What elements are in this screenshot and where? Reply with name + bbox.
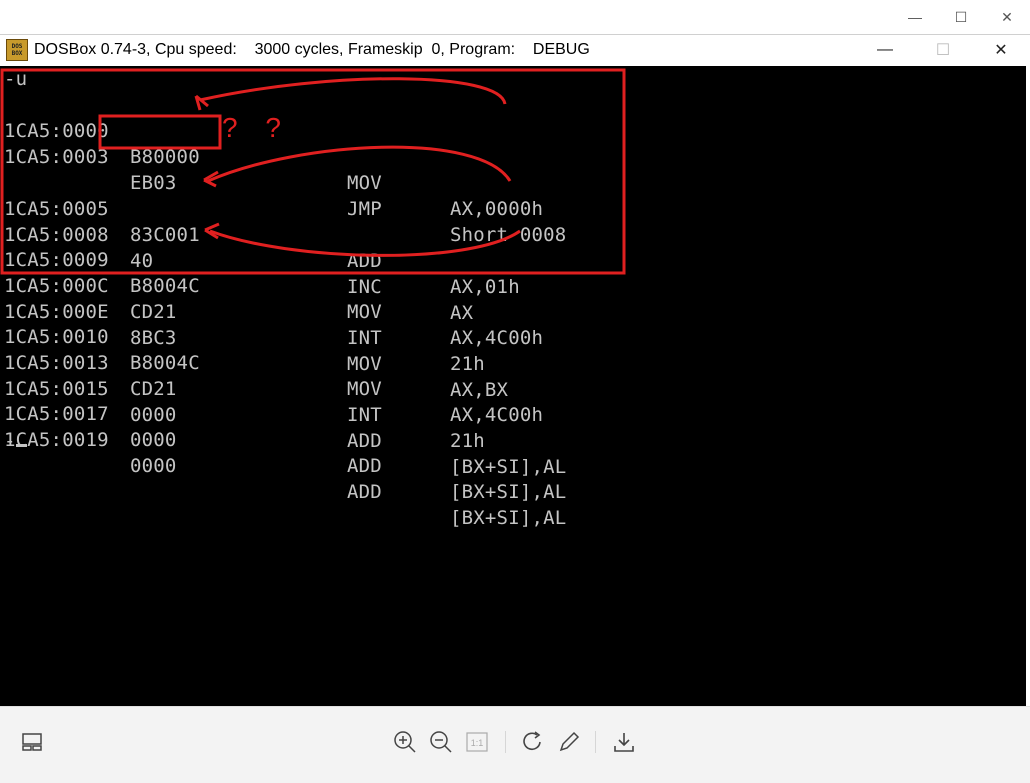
viewer-toolbar: 1:1 xyxy=(0,706,1030,783)
dosbox-window: DOS BOX DOSBox 0.74-3, Cpu speed: 3000 c… xyxy=(0,34,1030,707)
actual-size-label: 1:1 xyxy=(471,738,484,748)
zoom-in-icon[interactable] xyxy=(390,727,420,757)
viewer-maximize-button[interactable]: ☐ xyxy=(938,0,984,34)
edit-icon[interactable] xyxy=(554,727,584,757)
dosbox-close-button[interactable]: ✕ xyxy=(972,35,1030,65)
dosbox-minimize-button[interactable]: — xyxy=(856,35,914,65)
dosbox-titlebar: DOS BOX DOSBox 0.74-3, Cpu speed: 3000 c… xyxy=(0,35,1030,65)
highlight-box xyxy=(0,68,626,275)
viewer-minimize-button[interactable]: — xyxy=(892,0,938,34)
arrow-to-row-0000 xyxy=(199,77,507,105)
viewer-window-controls: — ☐ ✕ xyxy=(892,0,1030,34)
dosbox-screen[interactable]: -u 1CA5:0000 B80000 MOV AX,0000h 1CA5:00… xyxy=(0,66,1026,706)
dosbox-maximize-button[interactable]: ☐ xyxy=(914,35,972,65)
dosbox-title: DOSBox 0.74-3, Cpu speed: 3000 cycles, F… xyxy=(34,41,590,58)
download-icon[interactable] xyxy=(609,727,639,757)
viewer-titlebar: — ☐ ✕ xyxy=(0,0,1030,34)
dosbox-logo-text-bottom: BOX xyxy=(11,50,23,57)
toolbar-divider xyxy=(505,731,506,753)
zoom-out-icon[interactable] xyxy=(426,727,456,757)
red-annotations xyxy=(0,68,626,275)
arrow-to-row-0005 xyxy=(207,145,512,183)
rotate-icon[interactable] xyxy=(518,727,548,757)
arrow-to-row-0009 xyxy=(209,229,521,257)
viewer-close-button[interactable]: ✕ xyxy=(984,0,1030,34)
toolbar-divider xyxy=(595,731,596,753)
question-marks-annotation: ? ? xyxy=(222,112,291,143)
dosbox-window-controls: — ☐ ✕ xyxy=(856,35,1030,65)
dosbox-logo-text-top: DOS xyxy=(11,43,23,50)
actual-size-icon[interactable]: 1:1 xyxy=(462,727,492,757)
thumbnail-icon[interactable] xyxy=(17,727,47,757)
eb03-highlight-box xyxy=(98,114,222,150)
dosbox-logo-icon: DOS BOX xyxy=(6,39,28,61)
